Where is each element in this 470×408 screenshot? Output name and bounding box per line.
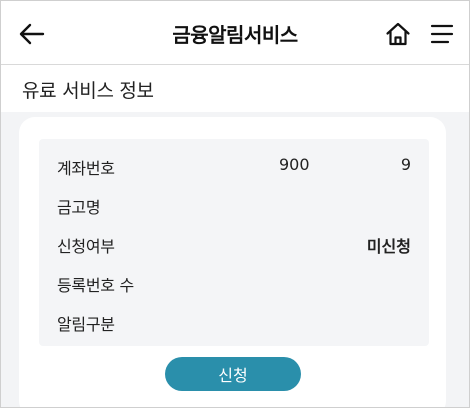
section-title: 유료 서비스 정보 xyxy=(22,80,154,102)
row-account-number: 계좌번호 900 9 xyxy=(39,153,429,178)
apply-button[interactable]: 신청 xyxy=(165,357,301,391)
app-screen: 금융알림서비스 유료 서비스 정보 계좌번호 900 9 금고명 신청여부 미신… xyxy=(0,0,470,408)
menu-button[interactable] xyxy=(425,17,459,51)
registered-count-label: 등록번호 수 xyxy=(57,276,134,295)
app-header: 금융알림서비스 xyxy=(1,1,469,65)
hamburger-menu-icon xyxy=(430,24,454,44)
info-box: 계좌번호 900 9 금고명 신청여부 미신청 등록번호 수 알림구분 xyxy=(39,139,429,346)
row-alert-type: 알림구분 xyxy=(39,309,429,334)
row-bank-name: 금고명 xyxy=(39,192,429,217)
alert-type-label: 알림구분 xyxy=(57,315,115,334)
service-info-card: 계좌번호 900 9 금고명 신청여부 미신청 등록번호 수 알림구분 신청 xyxy=(19,117,446,407)
home-button[interactable] xyxy=(381,17,415,51)
section-header: 유료 서비스 정보 xyxy=(1,66,469,112)
application-status-label: 신청여부 xyxy=(57,237,115,256)
account-number-label: 계좌번호 xyxy=(57,159,115,178)
bank-name-label: 금고명 xyxy=(57,198,101,217)
account-number-value-part2: 9 xyxy=(400,155,411,174)
account-number-value-part1: 900 xyxy=(279,155,310,174)
row-registered-count: 등록번호 수 xyxy=(39,270,429,295)
home-icon xyxy=(386,22,410,46)
row-application-status: 신청여부 미신청 xyxy=(39,231,429,256)
application-status-value: 미신청 xyxy=(366,237,411,256)
content-area: 유료 서비스 정보 계좌번호 900 9 금고명 신청여부 미신청 등록번호 수… xyxy=(1,66,469,407)
